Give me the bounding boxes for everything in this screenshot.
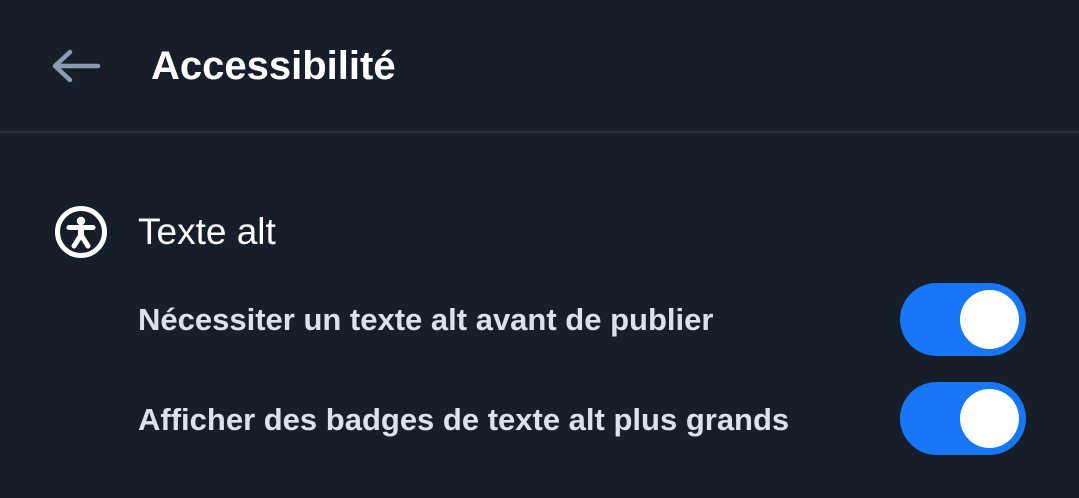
toggle-knob: [960, 389, 1019, 448]
page-title: Accessibilité: [151, 44, 396, 88]
arrow-left-icon: [52, 49, 101, 83]
toggle-knob: [960, 290, 1019, 349]
setting-large-alt-badges[interactable]: Afficher des badges de texte alt plus gr…: [138, 382, 1038, 456]
section-header: Texte alt: [54, 205, 276, 259]
large-alt-badges-toggle[interactable]: [900, 382, 1026, 455]
setting-label: Afficher des badges de texte alt plus gr…: [138, 401, 790, 437]
alt-text-section: Texte alt Nécessiter un texte alt avant …: [0, 135, 1079, 498]
setting-require-alt-text[interactable]: Nécessiter un texte alt avant de publier: [138, 283, 1038, 356]
setting-label: Nécessiter un texte alt avant de publier: [138, 302, 714, 337]
back-button[interactable]: [40, 34, 112, 98]
require-alt-text-toggle[interactable]: [900, 283, 1026, 356]
app-header: Accessibilité: [0, 0, 1079, 133]
accessibility-icon: [55, 206, 107, 258]
section-title: Texte alt: [138, 211, 276, 252]
